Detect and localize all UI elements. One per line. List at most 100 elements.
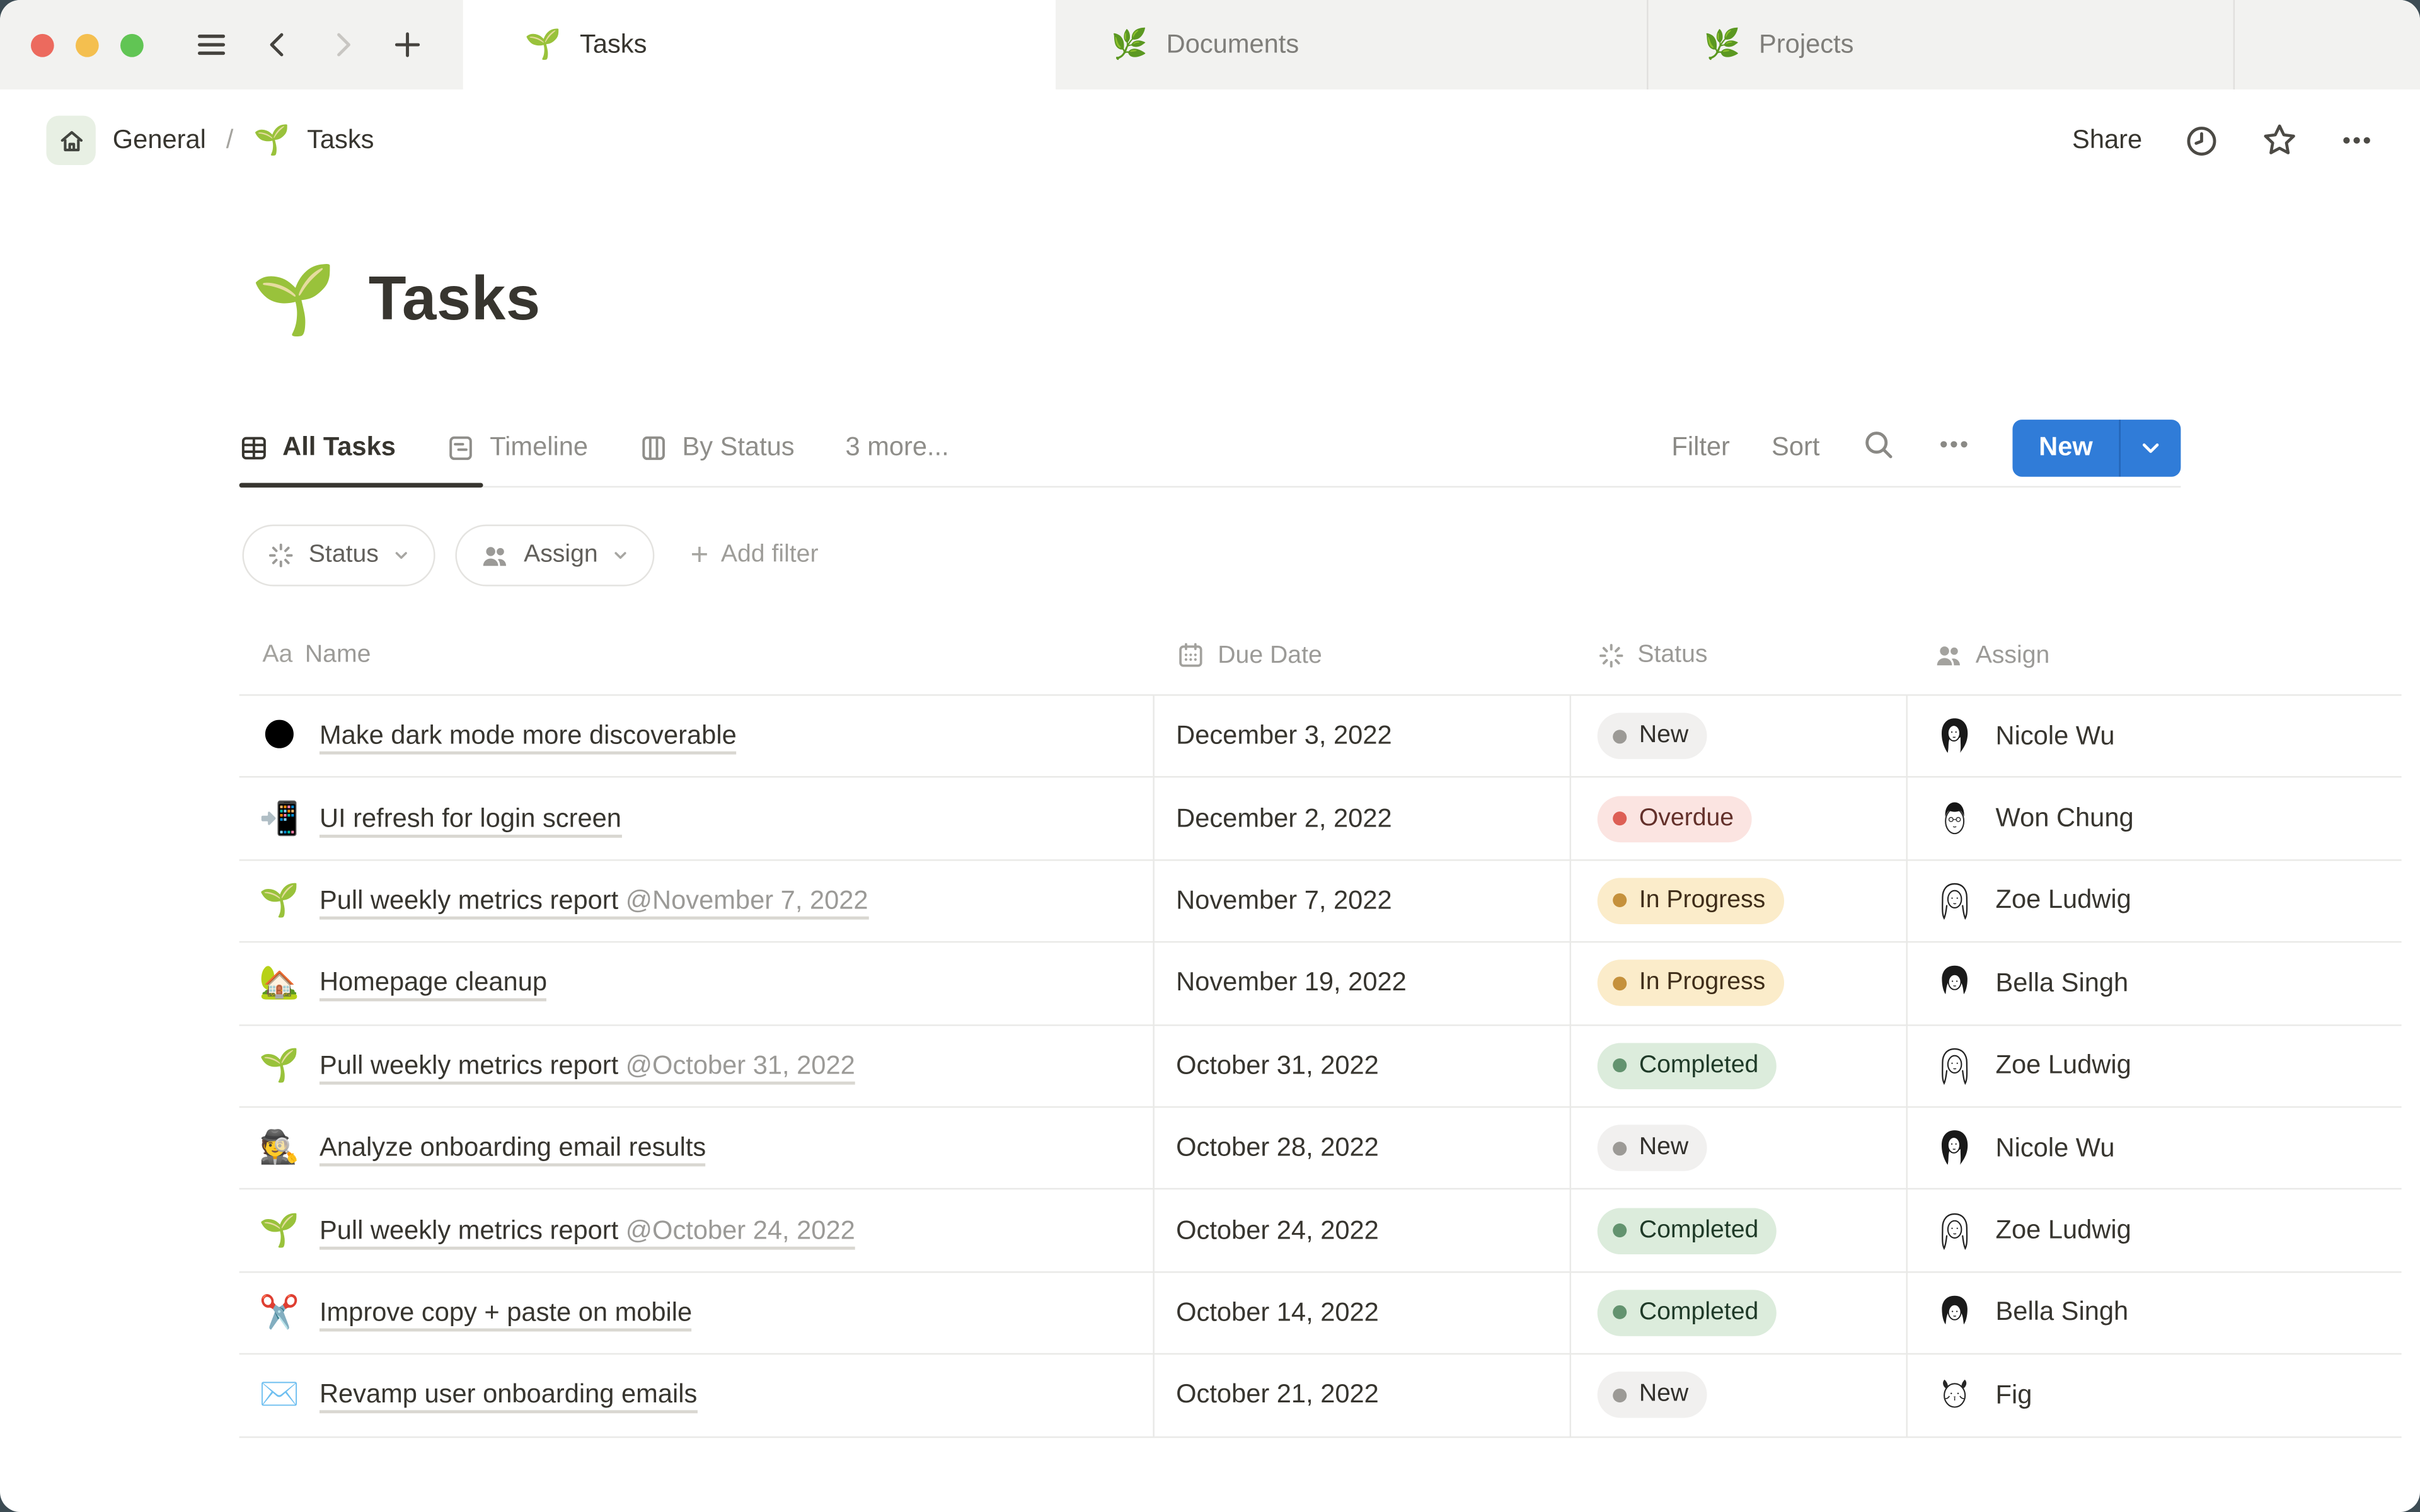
minimize-window-button[interactable] — [76, 33, 99, 57]
assignee-avatar — [1934, 798, 1976, 839]
column-header-status[interactable]: Status — [1598, 641, 1708, 670]
task-name-link[interactable]: Improve copy + paste on mobile — [319, 1297, 693, 1332]
due-date-cell[interactable]: October 24, 2022 — [1176, 1215, 1379, 1246]
browser-tab-projects[interactable]: 🌿 Projects — [1649, 0, 2235, 90]
status-cell[interactable]: Completed — [1597, 1042, 1777, 1089]
status-cell[interactable]: New — [1597, 1372, 1707, 1419]
assignee-cell[interactable]: Zoe Ludwig — [1934, 1045, 2131, 1087]
breadcrumb-page[interactable]: Tasks — [307, 125, 374, 156]
due-date-cell[interactable]: October 14, 2022 — [1176, 1297, 1379, 1328]
table-row[interactable]: 🕵️ Analyze onboarding email results Octobe… — [239, 1108, 2402, 1191]
assignee-cell[interactable]: Zoe Ludwig — [1934, 1210, 2131, 1251]
due-date-cell[interactable]: October 31, 2022 — [1176, 1050, 1379, 1081]
table-row[interactable]: 🌱 Pull weekly metrics report @October 31,… — [239, 1026, 2402, 1108]
teamspace-home-icon[interactable] — [46, 115, 96, 166]
table-row[interactable]: 🌱 Pull weekly metrics report @October 24,… — [239, 1190, 2402, 1273]
assignee-name: Nicole Wu — [1995, 1132, 2115, 1162]
status-cell[interactable]: In Progress — [1597, 960, 1784, 1007]
due-date-cell[interactable]: November 19, 2022 — [1176, 968, 1407, 999]
assignee-cell[interactable]: Fig — [1934, 1375, 2032, 1416]
column-header-label: Status — [1637, 641, 1708, 668]
close-window-button[interactable] — [30, 33, 54, 57]
table-row[interactable]: 🌱 Pull weekly metrics report @November 7,… — [239, 861, 2402, 943]
notion-app-window: 🌱 Tasks 🌿 Documents 🌿 Projects General / 🌱 Ta… — [0, 0, 2420, 1512]
board-view-icon — [639, 433, 669, 462]
task-name-link[interactable]: Analyze onboarding email results — [319, 1132, 706, 1167]
task-name-link[interactable]: Revamp user onboarding emails — [319, 1380, 698, 1414]
page-title-emoji[interactable]: 🌱 — [251, 265, 336, 334]
new-button-label[interactable]: New — [2013, 419, 2119, 476]
burst-icon — [1598, 642, 1625, 670]
task-name-link[interactable]: Homepage cleanup — [319, 968, 548, 1002]
task-name-link[interactable]: Pull weekly metrics report @October 31, … — [319, 1050, 855, 1085]
assignee-avatar — [1934, 1375, 1976, 1416]
table-row[interactable]: ✂️ Improve copy + paste on mobile October … — [239, 1273, 2402, 1355]
status-label: Completed — [1639, 1217, 1759, 1243]
assignee-cell[interactable]: Nicole Wu — [1934, 1127, 2115, 1169]
due-date-cell[interactable]: December 3, 2022 — [1176, 721, 1392, 752]
status-cell[interactable]: New — [1597, 713, 1707, 760]
table-row[interactable]: 📲 UI refresh for login screen December 2, … — [239, 778, 2402, 861]
due-date-cell[interactable]: October 21, 2022 — [1176, 1380, 1379, 1411]
due-date-cell[interactable]: October 28, 2022 — [1176, 1133, 1379, 1164]
browser-tab-tasks[interactable]: 🌱 Tasks — [463, 0, 1056, 90]
table-row[interactable]: ✉️ Revamp user onboarding emails October 2… — [239, 1355, 2402, 1438]
search-icon[interactable] — [1862, 427, 1896, 468]
assignee-avatar — [1934, 1127, 1976, 1169]
status-cell[interactable]: In Progress — [1597, 878, 1784, 924]
column-header-due-date[interactable]: Due Date — [1176, 641, 1322, 671]
task-name-link[interactable]: Pull weekly metrics report @November 7, … — [319, 885, 868, 920]
status-cell[interactable]: Completed — [1597, 1290, 1777, 1336]
table-row[interactable]: 🏡 Homepage cleanup November 19, 2022 In Pro… — [239, 943, 2402, 1026]
new-tab-icon[interactable] — [392, 30, 423, 60]
due-date-cell[interactable]: December 2, 2022 — [1176, 803, 1392, 834]
task-name-link[interactable]: Make dark mode more discoverable — [319, 721, 737, 755]
view-tab-by-status[interactable]: By Status — [639, 432, 795, 463]
table-row[interactable]: 🌑 Make dark mode more discoverable Decembe… — [239, 696, 2402, 779]
view-tab-timeline[interactable]: Timeline — [447, 432, 588, 463]
active-view-underline — [239, 483, 483, 488]
filter-chip-assign[interactable]: Assign — [456, 524, 655, 587]
due-date-cell[interactable]: November 7, 2022 — [1176, 886, 1392, 917]
assignee-cell[interactable]: Bella Singh — [1934, 1292, 2128, 1334]
status-cell[interactable]: New — [1597, 1125, 1707, 1172]
task-emoji-icon: 🌱 — [259, 1048, 300, 1084]
sort-button[interactable]: Sort — [1772, 432, 1819, 463]
more-options-icon[interactable] — [2340, 123, 2374, 158]
view-tab-3-more-[interactable]: 3 more... — [845, 432, 948, 463]
status-cell[interactable]: Completed — [1597, 1207, 1777, 1254]
assignee-cell[interactable]: Won Chung — [1934, 798, 2134, 839]
page-title: 🌱 Tasks — [251, 265, 541, 335]
browser-tab-documents[interactable]: 🌿 Documents — [1056, 0, 1649, 90]
sidebar-menu-icon[interactable] — [195, 28, 229, 62]
filter-chip-status[interactable]: Status — [242, 524, 436, 587]
breadcrumb-teamspace[interactable]: General — [113, 125, 206, 156]
page-title-text[interactable]: Tasks — [369, 265, 541, 335]
back-icon[interactable] — [262, 30, 293, 60]
view-tab-all-tasks[interactable]: All Tasks — [239, 432, 396, 463]
task-name-link[interactable]: UI refresh for login screen — [319, 803, 621, 837]
column-header-assign[interactable]: Assign — [1934, 641, 2049, 671]
new-dropdown-chevron-icon[interactable] — [2121, 419, 2181, 476]
chip-label: Assign — [524, 541, 598, 568]
breadcrumb-separator: / — [226, 125, 234, 154]
column-header-name[interactable]: Aa Name — [262, 642, 371, 670]
history-clock-icon[interactable] — [2184, 123, 2219, 158]
assignee-name: Nicole Wu — [1995, 721, 2115, 750]
share-button[interactable]: Share — [2072, 125, 2142, 156]
timeline-view-icon — [447, 433, 476, 462]
add-filter-button[interactable]: + Add filter — [691, 540, 819, 571]
favorite-star-icon[interactable] — [2261, 122, 2298, 159]
view-tabs-divider — [239, 486, 2181, 488]
new-button[interactable]: New — [2012, 418, 2181, 476]
assignee-avatar — [1934, 880, 1976, 922]
view-options-icon[interactable] — [1937, 427, 1971, 468]
table-body: 🌑 Make dark mode more discoverable Decembe… — [239, 694, 2402, 1438]
filter-button[interactable]: Filter — [1671, 432, 1730, 463]
status-cell[interactable]: Overdue — [1597, 795, 1753, 842]
assignee-cell[interactable]: Nicole Wu — [1934, 716, 2115, 757]
task-name-link[interactable]: Pull weekly metrics report @October 24, … — [319, 1215, 855, 1249]
zoom-window-button[interactable] — [120, 33, 144, 57]
assignee-cell[interactable]: Bella Singh — [1934, 963, 2128, 1004]
assignee-cell[interactable]: Zoe Ludwig — [1934, 880, 2131, 922]
